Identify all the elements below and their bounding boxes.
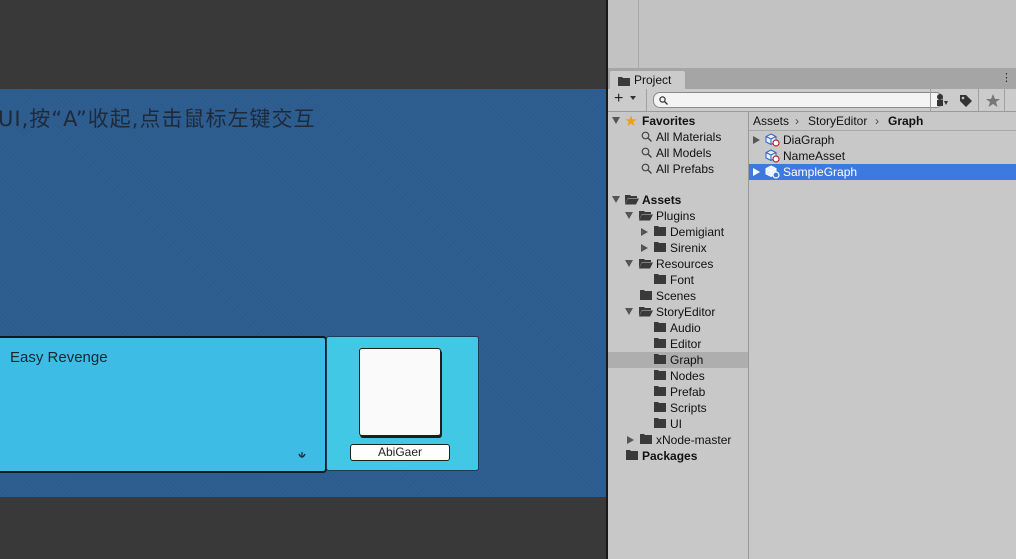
chevron-right-icon[interactable] [753, 168, 760, 176]
tree-favorites[interactable]: Favorites [608, 113, 748, 129]
tree-font[interactable]: Font [608, 272, 748, 288]
folder-open-icon [625, 195, 639, 205]
scriptable-object-icon [765, 165, 780, 179]
inspector-panel [608, 0, 1016, 68]
folder-icon [654, 370, 666, 380]
dialog-box[interactable]: Easy Revenge [0, 336, 327, 473]
chevron-down-icon[interactable] [625, 260, 633, 267]
search-icon [641, 131, 652, 142]
chevron-right-icon[interactable] [627, 436, 634, 444]
toolbar-divider [1004, 89, 1005, 111]
game-view: UI,按“A”收起,点击鼠标左键交互 Easy Revenge AbiGaer [0, 0, 606, 559]
plus-icon[interactable]: + [614, 90, 623, 108]
dialog-text: Easy Revenge [10, 349, 108, 366]
tree-sirenix[interactable]: Sirenix [608, 240, 748, 256]
chevron-down-icon[interactable] [612, 196, 620, 203]
tree-plugins[interactable]: Plugins [608, 208, 748, 224]
hint-text: UI,按“A”收起,点击鼠标左键交互 [0, 107, 316, 131]
tree-audio[interactable]: Audio [608, 320, 748, 336]
breadcrumb-graph[interactable]: Graph [888, 112, 923, 130]
scriptable-object-icon [765, 149, 780, 163]
chevron-down-icon[interactable] [625, 308, 633, 315]
chevron-right-icon: › [875, 114, 879, 128]
tree-nodes[interactable]: Nodes [608, 368, 748, 384]
search-input[interactable] [653, 92, 943, 108]
search-icon [659, 96, 668, 105]
tree-item-all-materials[interactable]: All Materials [608, 129, 748, 145]
folder-icon [654, 338, 666, 348]
breadcrumb-story-editor[interactable]: StoryEditor [808, 112, 867, 130]
folder-icon [626, 450, 638, 460]
chevron-right-icon[interactable] [753, 136, 760, 144]
folder-open-icon [639, 307, 653, 317]
folder-icon [654, 386, 666, 396]
project-window: Project ⋮ + Favorites All Materials All … [608, 68, 1016, 559]
folder-icon [654, 274, 666, 284]
asset-list-panel: Assets › StoryEditor › Graph DiaGraph Na… [749, 112, 1016, 559]
folder-icon [640, 434, 652, 444]
tree-packages[interactable]: Packages [608, 448, 748, 464]
search-icon [641, 163, 652, 174]
tree-resources[interactable]: Resources [608, 256, 748, 272]
breadcrumb-assets[interactable]: Assets [753, 112, 789, 130]
tree-ui[interactable]: UI [608, 416, 748, 432]
tree-scripts[interactable]: Scripts [608, 400, 748, 416]
folder-icon [618, 77, 630, 86]
tree-scenes[interactable]: Scenes [608, 288, 748, 304]
search-icon [641, 147, 652, 158]
character-name-label: AbiGaer [350, 444, 450, 461]
tab-menu-icon[interactable]: ⋮ [1001, 71, 1012, 84]
chevron-right-icon[interactable] [641, 244, 648, 252]
folder-icon [654, 226, 666, 236]
toolbar-divider [978, 89, 979, 111]
tree-demigiant[interactable]: Demigiant [608, 224, 748, 240]
tree-prefab[interactable]: Prefab [608, 384, 748, 400]
tab-bar: Project ⋮ [608, 68, 1016, 89]
folder-open-icon [639, 259, 653, 269]
scriptable-object-icon [765, 133, 780, 147]
folder-icon [654, 242, 666, 252]
project-toolbar: + [608, 89, 1016, 112]
folder-icon [654, 418, 666, 428]
star-icon [625, 115, 637, 126]
label-tag-icon[interactable] [954, 91, 978, 109]
breadcrumb: Assets › StoryEditor › Graph [749, 112, 1016, 131]
character-portrait [359, 348, 441, 436]
folder-icon [654, 402, 666, 412]
inspector-column-divider [638, 0, 639, 68]
chevron-right-icon: › [795, 114, 799, 128]
tree-story-editor[interactable]: StoryEditor [608, 304, 748, 320]
toolbar-divider [646, 89, 647, 111]
chevron-down-icon[interactable] [625, 212, 633, 219]
folder-open-icon [639, 211, 653, 221]
game-canvas[interactable]: UI,按“A”收起,点击鼠标左键交互 Easy Revenge AbiGaer [0, 89, 606, 497]
star-icon[interactable] [981, 91, 1005, 109]
chevron-right-icon[interactable] [641, 228, 648, 236]
tree-item-all-prefabs[interactable]: All Prefabs [608, 161, 748, 177]
portrait-panel: AbiGaer [326, 336, 479, 471]
tab-label: Project [634, 73, 672, 87]
tree-assets[interactable]: Assets [608, 192, 748, 208]
tab-project[interactable]: Project [610, 71, 685, 89]
tree-xnode-master[interactable]: xNode-master [608, 432, 748, 448]
type-filter-icon[interactable] [931, 91, 955, 109]
chevron-down-icon[interactable] [612, 117, 620, 124]
tree-editor[interactable]: Editor [608, 336, 748, 352]
folder-icon [640, 290, 652, 300]
tree-graph[interactable]: Graph [608, 352, 748, 368]
folder-icon [654, 322, 666, 332]
folder-icon [654, 354, 666, 364]
continue-icon [298, 452, 306, 458]
asset-item-samplegraph[interactable]: SampleGraph [749, 164, 1016, 180]
asset-item-nameasset[interactable]: NameAsset [749, 148, 1016, 164]
tree-item-all-models[interactable]: All Models [608, 145, 748, 161]
asset-item-diagraph[interactable]: DiaGraph [749, 132, 1016, 148]
chevron-down-icon[interactable] [630, 96, 636, 100]
folder-tree: Favorites All Materials All Models All P… [608, 112, 749, 559]
